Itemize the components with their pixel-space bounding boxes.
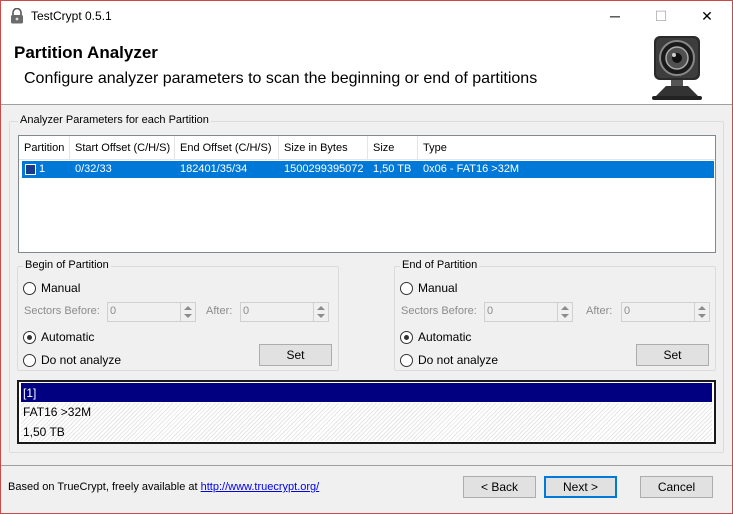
cell-end-offset: 182401/35/34	[180, 163, 248, 175]
spin-buttons[interactable]	[313, 303, 328, 321]
cell-start-offset: 0/32/33	[75, 163, 112, 175]
begin-automatic-label: Automatic	[41, 330, 95, 344]
end-set-button[interactable]: Set	[636, 344, 709, 366]
webcam-icon	[652, 36, 702, 100]
spin-down-icon	[698, 314, 706, 318]
begin-automatic-radio[interactable]: Automatic	[23, 330, 94, 344]
partition-info-list[interactable]: [1] FAT16 >32M 1,50 TB	[17, 380, 716, 444]
radio-icon	[400, 281, 413, 295]
page-subtitle: Configure analyzer parameters to scan th…	[24, 70, 538, 87]
next-button[interactable]: Next >	[544, 476, 617, 498]
minimize-button[interactable]: ─	[592, 1, 638, 31]
column-header-size-bytes[interactable]: Size in Bytes	[279, 136, 368, 160]
close-icon: ✕	[701, 7, 713, 24]
radio-checked-icon	[400, 330, 413, 344]
begin-of-partition-legend: Begin of Partition	[23, 259, 111, 271]
end-of-partition-group: End of Partition Manual Sectors Before: …	[394, 259, 716, 371]
end-sectors-before-label: Sectors Before:	[401, 305, 477, 317]
info-line-size: 1,50 TB	[23, 425, 65, 439]
list-header: Partition Start Offset (C/H/S) End Offse…	[19, 136, 715, 160]
radio-checked-icon	[23, 330, 36, 344]
info-line-type: FAT16 >32M	[23, 405, 92, 419]
info-pattern-background	[21, 403, 712, 441]
minimize-icon: ─	[610, 8, 620, 24]
radio-icon	[400, 353, 413, 367]
spin-buttons[interactable]	[694, 303, 709, 321]
column-header-size[interactable]: Size	[368, 136, 418, 160]
footer-separator	[1, 465, 732, 466]
spin-up-icon	[561, 306, 569, 310]
begin-after-stepper[interactable]: 0	[240, 302, 329, 322]
spin-up-icon	[317, 306, 325, 310]
testcrypt-window: TestCrypt 0.5.1 ─ ☐ ✕ Partition Analyzer…	[0, 0, 733, 514]
spin-down-icon	[561, 314, 569, 318]
page-title: Partition Analyzer	[14, 43, 158, 62]
begin-after-label: After:	[206, 305, 233, 317]
footer-credit: Based on TrueCrypt, freely available at …	[8, 481, 319, 493]
begin-sectors-before-label: Sectors Before:	[24, 305, 100, 317]
wizard-header: Partition Analyzer Configure analyzer pa…	[1, 31, 732, 105]
analyzer-parameters-legend: Analyzer Parameters for each Partition	[18, 114, 211, 126]
window-title: TestCrypt 0.5.1	[31, 9, 112, 23]
cell-size-bytes: 1500299395072	[284, 163, 364, 175]
partition-list[interactable]: Partition Start Offset (C/H/S) End Offse…	[18, 135, 716, 253]
radio-icon	[23, 353, 36, 367]
end-automatic-radio[interactable]: Automatic	[400, 330, 471, 344]
begin-do-not-analyze-radio[interactable]: Do not analyze	[23, 353, 121, 367]
spin-buttons[interactable]	[557, 303, 572, 321]
maximize-button[interactable]: ☐	[638, 1, 684, 31]
spin-down-icon	[317, 314, 325, 318]
lock-app-icon	[11, 8, 23, 24]
begin-of-partition-group: Begin of Partition Manual Sectors Before…	[17, 259, 339, 371]
end-do-not-analyze-label: Do not analyze	[418, 353, 499, 367]
end-sectors-before-value: 0	[487, 305, 494, 317]
end-after-value: 0	[624, 305, 631, 317]
title-bar: TestCrypt 0.5.1 ─ ☐ ✕	[1, 1, 732, 31]
cell-partition: 1	[39, 163, 46, 175]
info-line-index: [1]	[23, 386, 37, 400]
spin-buttons[interactable]	[180, 303, 195, 321]
end-after-label: After:	[586, 305, 613, 317]
end-manual-radio[interactable]: Manual	[400, 281, 457, 295]
column-header-end-offset[interactable]: End Offset (C/H/S)	[175, 136, 279, 160]
end-after-stepper[interactable]: 0	[621, 302, 710, 322]
cancel-button[interactable]: Cancel	[640, 476, 713, 498]
cell-size: 1,50 TB	[373, 163, 412, 175]
begin-sectors-before-value: 0	[110, 305, 117, 317]
end-do-not-analyze-radio[interactable]: Do not analyze	[400, 353, 498, 367]
footer-credit-text: Based on TrueCrypt, freely available at	[8, 481, 198, 493]
column-header-type[interactable]: Type	[418, 136, 715, 160]
truecrypt-link[interactable]: http://www.truecrypt.org/	[201, 481, 320, 493]
begin-after-value: 0	[243, 305, 250, 317]
cell-type: 0x06 - FAT16 >32M	[423, 163, 520, 175]
begin-manual-label: Manual	[41, 281, 81, 295]
table-row[interactable]: 1 0/32/33 182401/35/34 1500299395072 1,5…	[22, 161, 714, 178]
end-manual-label: Manual	[418, 281, 458, 295]
column-header-start-offset[interactable]: Start Offset (C/H/S)	[70, 136, 175, 160]
begin-set-button[interactable]: Set	[259, 344, 332, 366]
info-selected-item[interactable]: [1]	[21, 383, 712, 402]
spin-down-icon	[184, 314, 192, 318]
close-button[interactable]: ✕	[684, 1, 730, 31]
maximize-icon: ☐	[654, 7, 668, 24]
begin-sectors-before-stepper[interactable]: 0	[107, 302, 196, 322]
end-automatic-label: Automatic	[418, 330, 472, 344]
end-sectors-before-stepper[interactable]: 0	[484, 302, 573, 322]
column-header-partition[interactable]: Partition	[19, 136, 70, 160]
spin-up-icon	[184, 306, 192, 310]
back-button[interactable]: < Back	[463, 476, 536, 498]
spin-up-icon	[698, 306, 706, 310]
radio-icon	[23, 281, 36, 295]
begin-do-not-analyze-label: Do not analyze	[41, 353, 122, 367]
begin-manual-radio[interactable]: Manual	[23, 281, 80, 295]
end-of-partition-legend: End of Partition	[400, 259, 480, 271]
